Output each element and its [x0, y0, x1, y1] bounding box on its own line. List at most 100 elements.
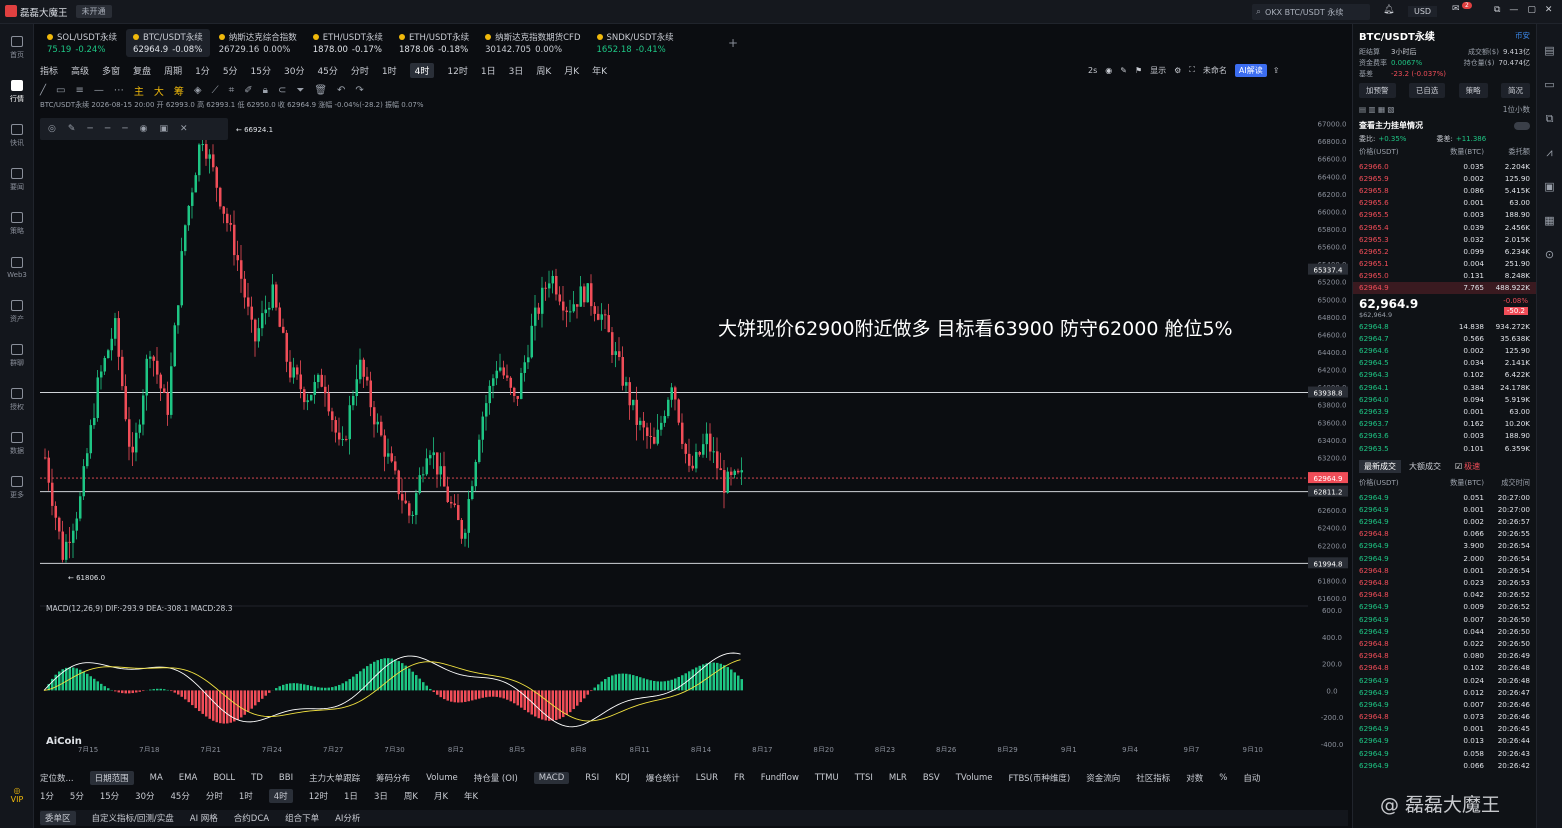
book-row[interactable]: 62964.5 0.034 2.141K [1353, 357, 1536, 369]
book-row[interactable]: 62964.9 0.007 20:26:50 [1353, 613, 1536, 625]
symbol-tab[interactable]: ETH/USDT永续 1878.00 -0.17% [306, 29, 390, 57]
book-row[interactable]: 62965.8 0.086 5.415K [1353, 184, 1536, 196]
magnet-icon[interactable]: ⊂ [278, 85, 296, 96]
book-row[interactable]: 62964.7 0.566 35.638K [1353, 332, 1536, 344]
currency-select[interactable]: USD [1408, 6, 1438, 17]
bottom-period-item[interactable]: 15分 [100, 790, 119, 802]
toolbar-item[interactable]: 15分 [251, 64, 271, 77]
toolbar-item[interactable]: 月K [564, 64, 579, 77]
main-orders-link[interactable]: 查看主力挂单情况 [1359, 120, 1423, 131]
rect-tool-icon[interactable]: ▭ [56, 85, 75, 96]
book-row[interactable]: 62963.7 0.162 10.20K [1353, 418, 1536, 430]
floating-draw-tools[interactable]: ◎ ✎ ─── ◉ ▣ ✕ [40, 118, 228, 140]
book-row[interactable]: 62964.8 0.080 20:26:49 [1353, 650, 1536, 662]
doc-view-icon[interactable]: ▭ [1544, 68, 1554, 102]
panel-button[interactable]: 策略 [1458, 83, 1488, 98]
main-indicator-icon[interactable]: 主 [134, 83, 154, 98]
bottom-period-item[interactable]: 30分 [135, 790, 154, 802]
toolbar-item[interactable]: 3日 [509, 64, 524, 77]
orderbook-view-icon[interactable]: ▤ [1544, 34, 1554, 68]
nav-item-2[interactable]: 快讯 [0, 114, 34, 158]
symbol-tab[interactable]: SOL/USDT永续 75.19 -0.24% [40, 29, 124, 57]
indicator-item[interactable]: 爆仓统计 [646, 772, 680, 784]
toolbar-item[interactable]: 分时 [351, 64, 369, 77]
add-tab-button[interactable]: + [728, 36, 738, 50]
redo-icon[interactable]: ↷ [355, 85, 373, 96]
book-row[interactable]: 62965.0 0.131 8.248K [1353, 270, 1536, 282]
brush-icon[interactable]: ✐ [244, 85, 262, 96]
indicator-item[interactable]: TTMU [815, 773, 839, 783]
camera-icon[interactable]: ◉ [1105, 66, 1112, 75]
book-row[interactable]: 62965.5 0.003 188.90 [1353, 209, 1536, 221]
book-row[interactable]: 62964.9 0.024 20:26:48 [1353, 674, 1536, 686]
settings-icon[interactable]: ⚙ [1174, 66, 1181, 75]
book-row[interactable]: 62965.2 0.099 6.234K [1353, 245, 1536, 257]
measure-icon[interactable]: ⟋ [212, 85, 229, 96]
indicator-item[interactable]: 自动 [1243, 772, 1260, 784]
book-row[interactable]: 62964.9 0.058 20:26:43 [1353, 747, 1536, 759]
book-row[interactable]: 62964.8 14.838 934.272K [1353, 320, 1536, 332]
indicator-item[interactable]: BOLL [213, 773, 235, 783]
toolbar-item[interactable]: 周K [536, 64, 551, 77]
indicator-item[interactable]: MACD [533, 772, 570, 784]
panel-button[interactable]: 简况 [1500, 83, 1530, 98]
book-row[interactable]: 62964.8 0.022 20:26:50 [1353, 637, 1536, 649]
indicator-item[interactable]: KDJ [615, 773, 630, 783]
main-orders-toggle[interactable] [1514, 121, 1530, 130]
display-toggle[interactable]: 显示 [1150, 65, 1166, 76]
toolbar-item[interactable]: 周期 [164, 64, 182, 77]
book-row[interactable]: 62965.9 0.002 125.90 [1353, 172, 1536, 184]
symbol-tab[interactable]: ETH/USDT永续 1878.06 -0.18% [392, 29, 476, 57]
symbol-tab[interactable]: BTC/USDT永续 62964.9 -0.08% [126, 29, 210, 57]
book-row[interactable]: 62963.5 0.101 6.359K [1353, 442, 1536, 454]
indicator-item[interactable]: 持仓量 (OI) [474, 772, 518, 784]
indicator-item[interactable]: EMA [179, 773, 198, 783]
bottom-tool-item[interactable]: 合约DCA [234, 812, 269, 824]
indicator-item[interactable]: TD [251, 773, 263, 783]
symbol-tab[interactable]: 纳斯达克指数期货CFD 30142.705 0.00% [478, 29, 587, 57]
exchange-link[interactable]: 币安 [1515, 30, 1530, 41]
bottom-period-item[interactable]: 12时 [309, 790, 328, 802]
indicator-item[interactable]: 主力大单跟踪 [309, 772, 360, 784]
bell-icon[interactable]: 🔔︎ [1383, 5, 1394, 15]
linestyle-icon[interactable]: ─── [87, 124, 139, 134]
toolbar-item[interactable]: 1日 [481, 64, 496, 77]
book-row[interactable]: 62965.3 0.032 2.015K [1353, 233, 1536, 245]
hline-tool-icon[interactable]: — [94, 85, 114, 96]
trash-icon[interactable]: 🗑︎ [314, 85, 337, 96]
view-mode-icons[interactable]: ▤ ▥ ▦ ▧ [1359, 105, 1395, 114]
book-row[interactable]: 62964.9 7.765 488.922K [1353, 281, 1536, 295]
window-controls[interactable]: ⧉—▢✕ [1494, 5, 1561, 15]
account-badge[interactable]: 未开通 [75, 5, 112, 18]
indicator-item[interactable]: RSI [585, 773, 599, 783]
bottom-period-item[interactable]: 1时 [239, 790, 253, 802]
nav-item-3[interactable]: 要闻 [0, 158, 34, 202]
book-row[interactable]: 62965.6 0.001 63.00 [1353, 197, 1536, 209]
toolbar-item[interactable]: 指标 [40, 64, 58, 77]
indicator-item[interactable]: FTBS(币种维度) [1009, 772, 1071, 784]
line-tool-icon[interactable]: ╱ [40, 85, 56, 96]
indicator-item[interactable]: MLR [889, 773, 907, 783]
book-row[interactable]: 62964.8 0.066 20:26:55 [1353, 528, 1536, 540]
book-row[interactable]: 62964.9 0.051 20:27:00 [1353, 491, 1536, 503]
book-row[interactable]: 62964.8 0.102 20:26:48 [1353, 662, 1536, 674]
book-row[interactable]: 62964.9 0.009 20:26:52 [1353, 601, 1536, 613]
book-row[interactable]: 62964.8 0.042 20:26:52 [1353, 589, 1536, 601]
book-row[interactable]: 62964.9 0.007 20:26:46 [1353, 698, 1536, 710]
pen-icon[interactable]: ✎ [1120, 66, 1127, 75]
nav-item-1[interactable]: 行情 [0, 70, 34, 114]
book-row[interactable]: 62964.8 0.073 20:26:46 [1353, 711, 1536, 723]
book-row[interactable]: 62963.9 0.001 63.00 [1353, 405, 1536, 417]
big-icon[interactable]: 大 [154, 83, 174, 98]
bottom-period-item[interactable]: 5分 [70, 790, 84, 802]
layout-name[interactable]: 未命名 [1203, 65, 1227, 76]
bottom-tool-item[interactable]: AI分析 [335, 812, 360, 824]
book-row[interactable]: 62966.0 0.035 2.204K [1353, 160, 1536, 172]
symbol-tab[interactable]: 纳斯达克综合指数 26729.16 0.00% [212, 29, 304, 57]
precision-select[interactable]: 1位小数 [1503, 104, 1530, 115]
toolbar-item[interactable]: 复盘 [133, 64, 151, 77]
indicator-item[interactable]: 定位数... [40, 772, 74, 784]
panel-button[interactable]: 加预警 [1359, 83, 1396, 98]
panel-button[interactable]: 已自选 [1408, 83, 1446, 98]
nav-item-10[interactable]: 更多 [0, 466, 34, 510]
